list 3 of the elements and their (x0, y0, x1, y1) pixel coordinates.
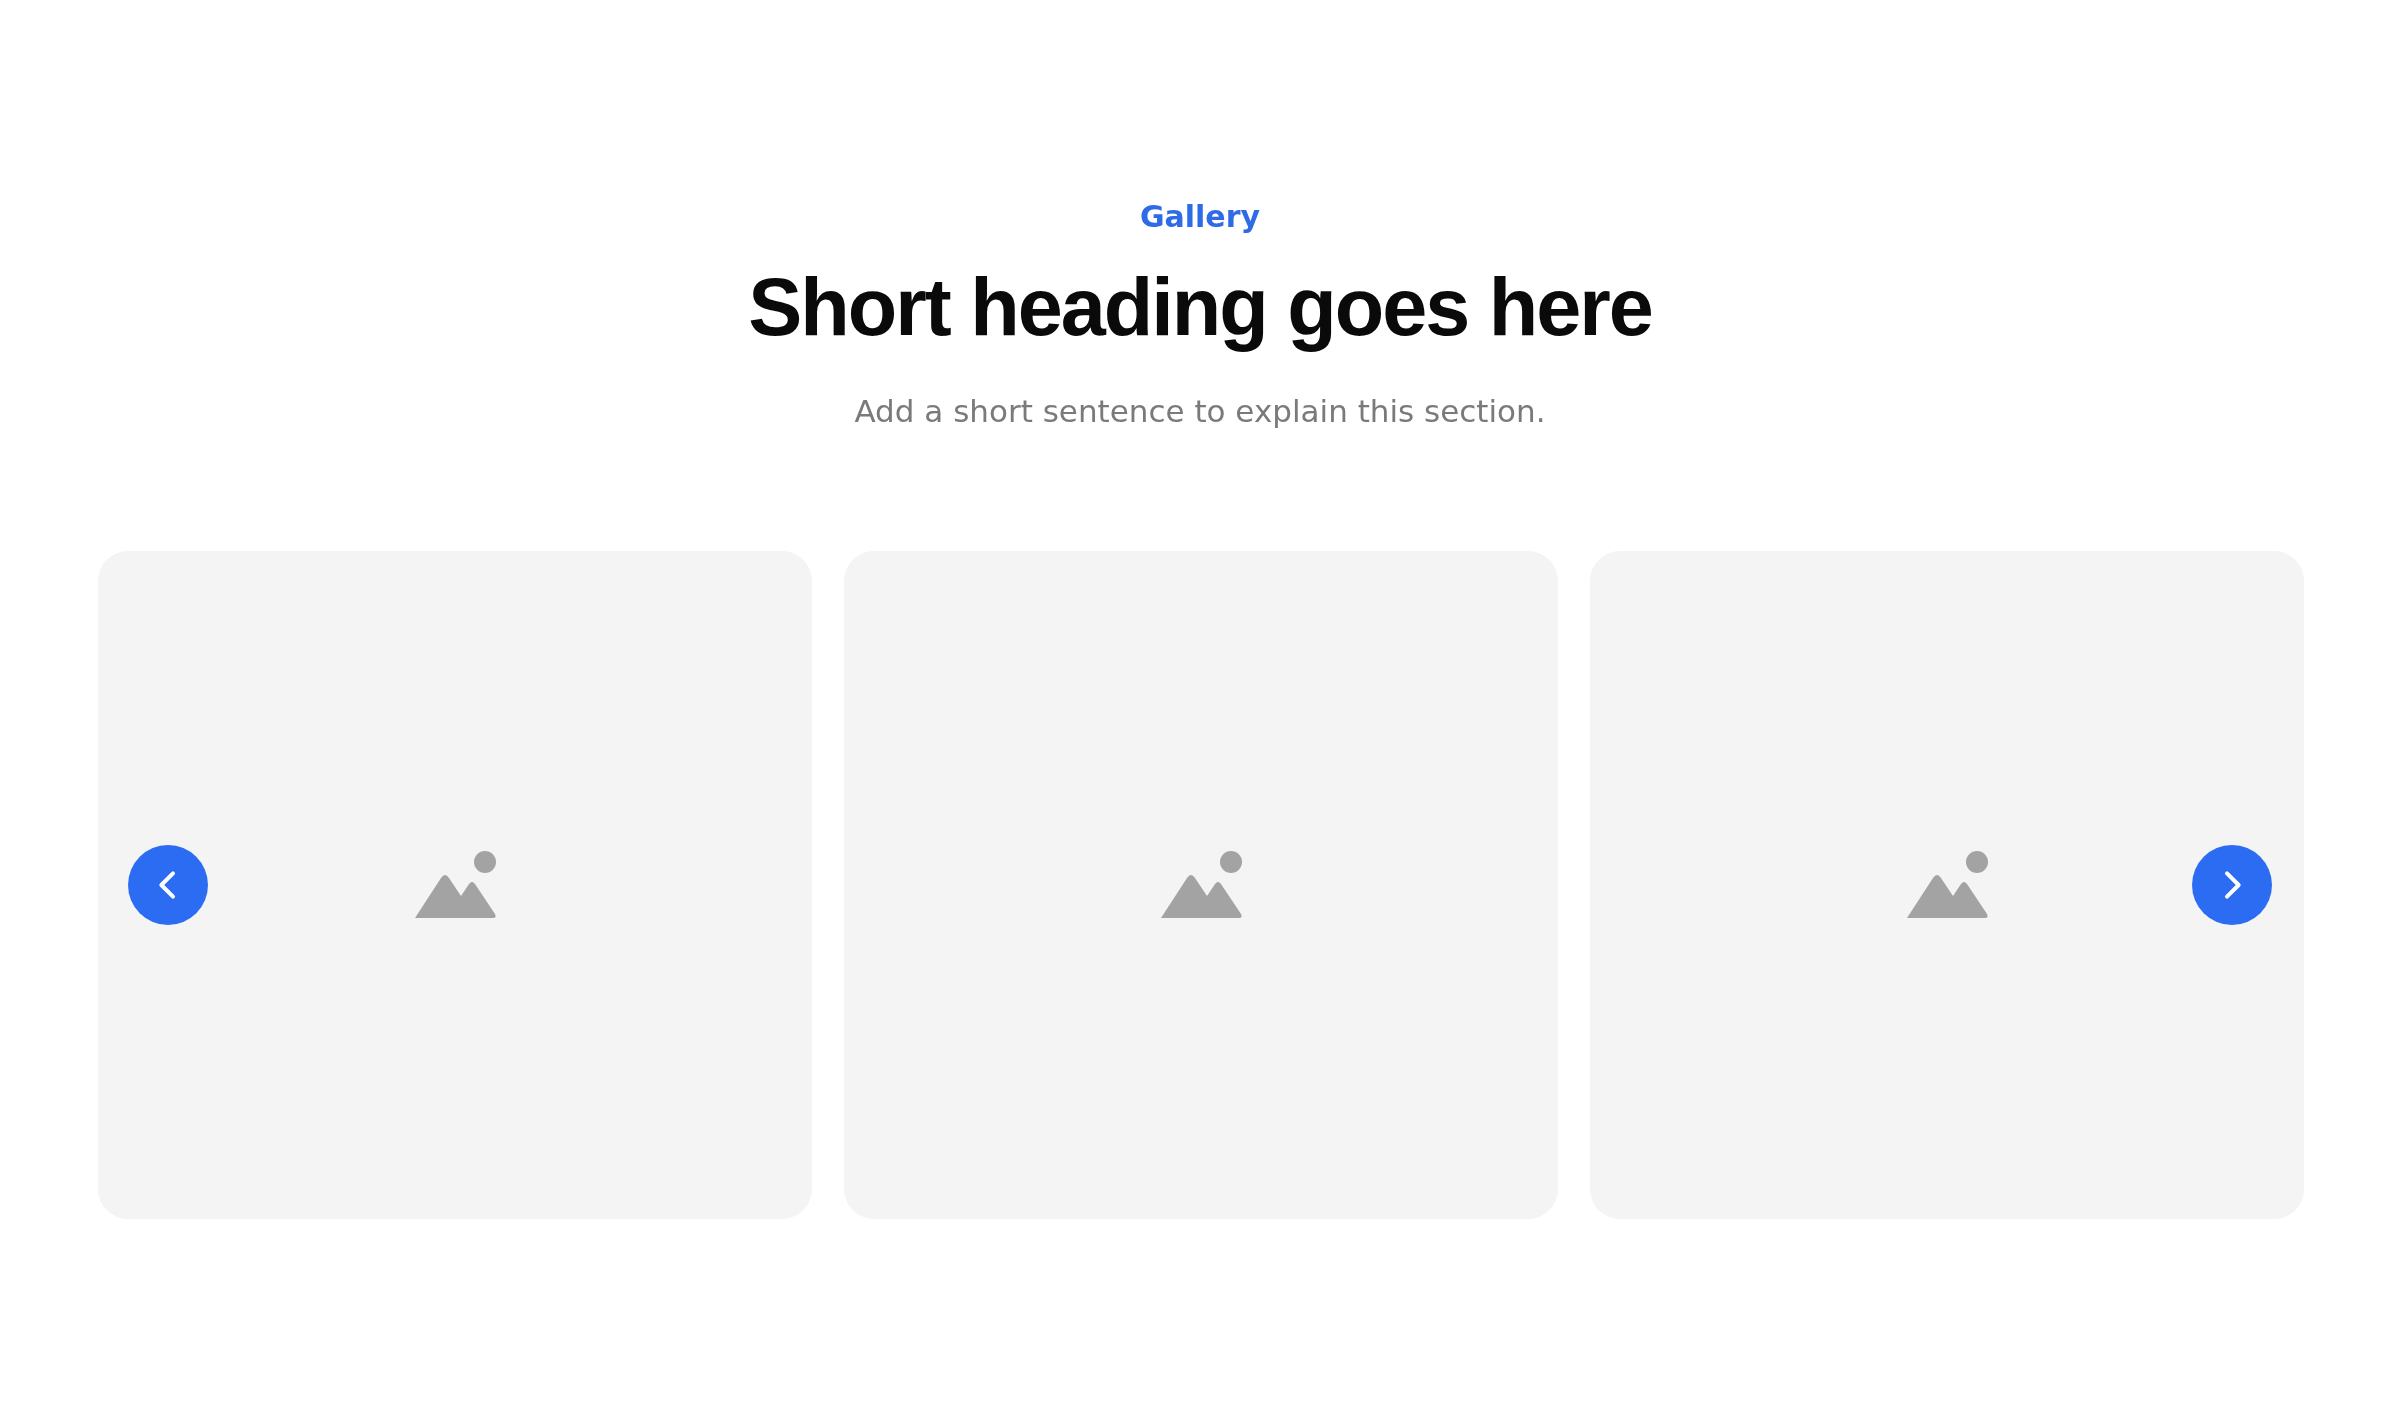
section-description: Add a short sentence to explain this section. (854, 392, 1546, 431)
eyebrow-label: Gallery (1139, 198, 1261, 236)
section-heading: Short heading goes here (748, 261, 1652, 354)
